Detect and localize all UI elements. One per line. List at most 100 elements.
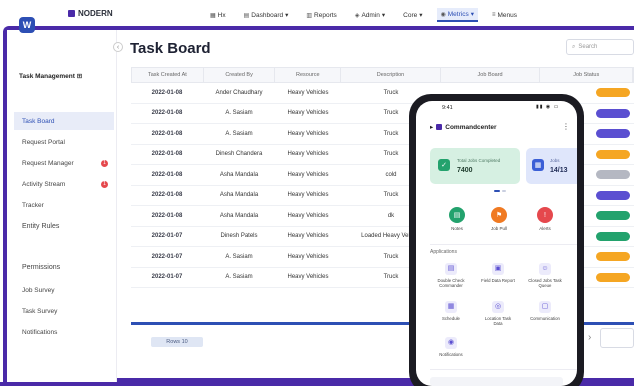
app-tile[interactable]: ◉ Notifications xyxy=(434,337,468,357)
page-title: Task Board xyxy=(130,40,211,57)
signal-battery-icon: ▮▮ ◉ ▭ xyxy=(536,104,560,110)
nav-label: Metrics xyxy=(447,10,469,18)
status-badge[interactable] xyxy=(596,211,630,221)
sidebar-item-request-manager[interactable]: Request Manager 1 xyxy=(14,154,114,172)
column-header[interactable]: Description xyxy=(341,68,441,82)
cell-resource: Heavy Vehicles xyxy=(287,110,329,117)
top-navigation: ▦ Hx ▤ Dashboard ▾ ▥ Reports ◈ Admin ▾ Core ▾ ◉… xyxy=(206,7,521,23)
chart-icon: ▥ xyxy=(306,12,313,19)
app-tile[interactable]: ☺ Closed Jobs Task Queue xyxy=(528,263,562,288)
doc-icon: ▤ xyxy=(445,263,457,275)
workspace-name[interactable]: Task Management ⊞ xyxy=(19,72,82,80)
cell-created-at: 2022-01-08 xyxy=(151,151,183,158)
cell-created-by: A. Sasiam xyxy=(225,274,253,281)
back-icon[interactable]: ▸ xyxy=(430,123,433,131)
sidebar-item-task-survey[interactable]: Task Survey xyxy=(22,308,57,315)
column-header[interactable]: Resource xyxy=(275,68,342,82)
phone-section-title: Applications xyxy=(430,249,457,255)
sidebar-item-tracker[interactable]: Tracker xyxy=(14,196,114,214)
dashboard-icon: ▤ xyxy=(243,12,250,19)
app-tile[interactable]: ▤ Double Check Commander xyxy=(434,263,468,288)
status-badge[interactable] xyxy=(596,129,630,139)
sidebar-item-notifications[interactable]: Notifications xyxy=(22,329,57,336)
app-tile-label: Communication xyxy=(530,316,560,321)
status-badge[interactable] xyxy=(596,252,630,262)
status-badge[interactable] xyxy=(596,108,630,118)
status-badge[interactable] xyxy=(596,170,630,180)
nav-item-dashboard[interactable]: ▤ Dashboard ▾ xyxy=(240,9,293,21)
divider xyxy=(430,244,577,245)
carousel-dot[interactable] xyxy=(494,190,500,192)
app-tile[interactable]: ▦ Schedule xyxy=(434,301,468,321)
flag-icon: ⚑ xyxy=(491,207,507,223)
app-tile-label: Double Check Commander xyxy=(437,278,465,289)
quick-action-job-pull[interactable]: ⚑ Job Pull xyxy=(484,207,514,231)
nav-item-menus[interactable]: ≡ Menus xyxy=(488,10,521,21)
quick-action-alerts[interactable]: ! Alerts xyxy=(530,207,560,231)
stat-card-jobs[interactable]: ▦ Jobs 14/13 xyxy=(526,148,577,184)
cell-created-by: Dinesh Chandera xyxy=(215,151,263,158)
quick-action-label: Job Pull xyxy=(490,226,507,231)
column-header[interactable]: Task Created At xyxy=(132,68,204,82)
sidebar-item-request-portal[interactable]: Request Portal xyxy=(14,133,114,151)
carousel-dots[interactable] xyxy=(494,190,506,192)
sidebar-item-entity-rules[interactable]: Entity Rules xyxy=(14,217,114,235)
metrics-icon: ◉ xyxy=(440,11,446,18)
nav-label: Reports xyxy=(314,11,337,19)
nav-item-core[interactable]: Core ▾ xyxy=(399,9,426,21)
chevron-down-icon: ▾ xyxy=(285,12,289,19)
column-header[interactable]: Job Status xyxy=(540,68,634,82)
nav-label: Menus xyxy=(497,11,517,19)
app-tile[interactable]: ◎ Location Task Data xyxy=(481,301,515,326)
cell-resource: Heavy Vehicles xyxy=(287,233,329,240)
nav-item-admin[interactable]: ◈ Admin ▾ xyxy=(351,9,389,21)
grid-icon: ⊞ xyxy=(76,73,83,80)
alert-icon: ! xyxy=(537,207,553,223)
app-logo[interactable]: NODERN xyxy=(68,9,113,18)
status-badge[interactable] xyxy=(596,190,630,200)
status-badge[interactable] xyxy=(596,231,630,241)
phone-status-bar: 9:41 ▮▮ ◉ ▭ xyxy=(416,101,577,115)
status-badge[interactable] xyxy=(596,88,630,98)
nav-label: Core xyxy=(403,11,418,19)
sidebar-section-title: Permissions xyxy=(22,264,61,271)
carousel-dot[interactable] xyxy=(502,190,506,192)
column-header[interactable]: Created By xyxy=(204,68,276,82)
nav-item-hx[interactable]: ▦ Hx xyxy=(206,10,230,21)
app-tile-label: Location Task Data xyxy=(484,316,512,327)
workspace-logo-icon[interactable]: W xyxy=(19,17,35,33)
sidebar-item-activity-stream[interactable]: Activity Stream 1 xyxy=(14,175,114,193)
sidebar-item-label: Entity Rules xyxy=(22,222,60,230)
sidebar-item-label: Task Board xyxy=(22,117,55,125)
cell-created-at: 2022-01-08 xyxy=(151,130,183,137)
chevron-down-icon: ▾ xyxy=(419,12,423,19)
quick-action-notes[interactable]: ▤ Notes xyxy=(442,207,472,231)
app-tile[interactable]: ▢ Communication xyxy=(528,301,562,321)
cell-created-by: A. Sasiam xyxy=(225,110,253,117)
sidebar-item-task-board[interactable]: Task Board xyxy=(14,112,114,130)
app-tile-label: Schedule xyxy=(442,316,460,321)
app-tile-label: Notifications xyxy=(439,352,463,357)
status-badge[interactable] xyxy=(596,149,630,159)
app-tile[interactable]: ▣ Field Data Report xyxy=(481,263,515,283)
nav-item-reports[interactable]: ▥ Reports xyxy=(302,10,340,21)
chevron-right-icon[interactable]: › xyxy=(588,332,591,343)
quick-action-label: Alerts xyxy=(539,226,551,231)
search-input[interactable]: ⌕ Search xyxy=(566,39,634,55)
nav-label: Dashboard xyxy=(251,11,284,19)
collapse-sidebar-button[interactable]: ‹ xyxy=(113,42,123,52)
stat-value: 14/13 xyxy=(550,167,568,174)
column-header[interactable]: Job Board xyxy=(441,68,541,82)
rows-per-page-button[interactable]: Rows 10 xyxy=(151,337,203,347)
logo-text: NODERN xyxy=(78,9,113,18)
nav-item-metrics[interactable]: ◉ Metrics ▾ xyxy=(436,8,478,22)
divider xyxy=(430,369,577,370)
cell-resource: Heavy Vehicles xyxy=(287,253,329,260)
cell-created-at: 2022-01-07 xyxy=(151,233,183,240)
status-badge[interactable] xyxy=(596,272,630,282)
stat-card-completed[interactable]: ✓ Total Jobs Completed 7400 xyxy=(430,148,520,184)
more-options-icon[interactable]: ⋮ xyxy=(562,122,570,131)
stat-value: 7400 xyxy=(457,167,473,174)
sidebar-item-job-survey[interactable]: Job Survey xyxy=(22,287,55,294)
pagination-control[interactable] xyxy=(600,328,634,348)
